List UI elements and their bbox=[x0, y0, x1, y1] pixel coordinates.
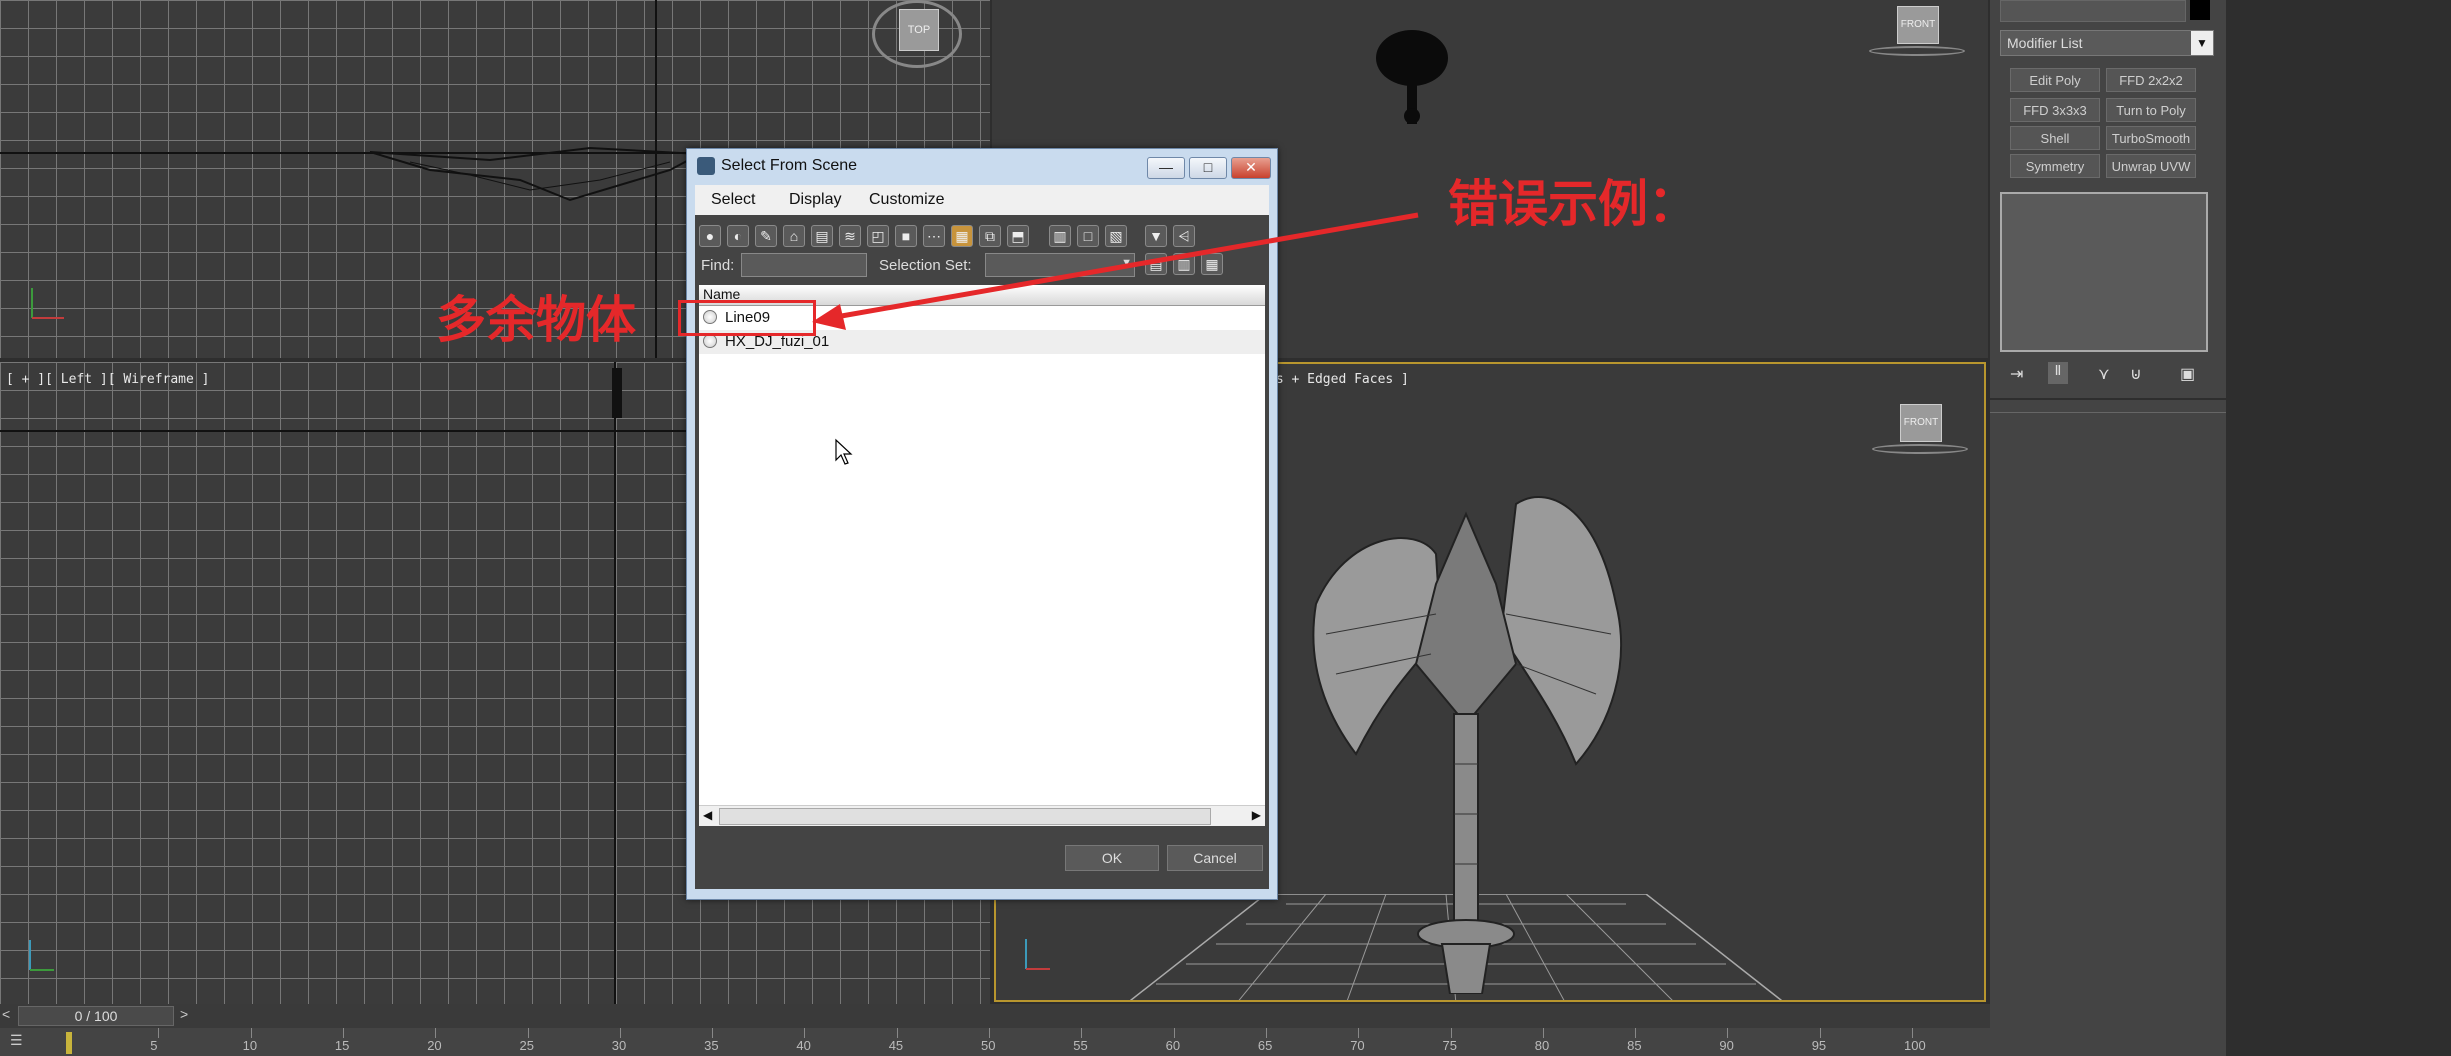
annotation-arrow bbox=[812, 212, 1419, 330]
